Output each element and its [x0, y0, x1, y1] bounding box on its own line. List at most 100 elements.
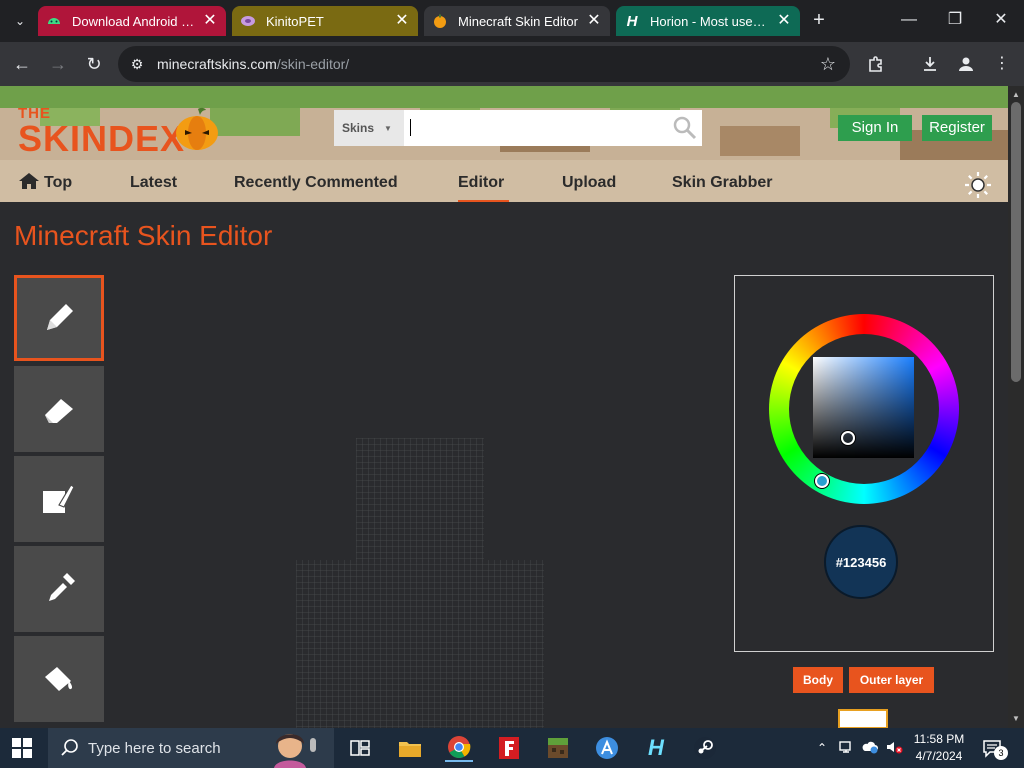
- tool-paintbrush[interactable]: [14, 456, 104, 542]
- tab-close-icon[interactable]: ✕: [202, 13, 218, 29]
- search-icon[interactable]: [672, 115, 698, 141]
- pencil-icon: [47, 304, 73, 330]
- new-tab-button[interactable]: +: [808, 9, 830, 31]
- search-input[interactable]: [404, 110, 702, 146]
- tab-close-icon[interactable]: ✕: [776, 13, 792, 29]
- sign-in-button[interactable]: Sign In: [838, 115, 912, 141]
- android-studio-favicon-icon: [46, 13, 62, 29]
- body-layer-button[interactable]: Body: [793, 667, 843, 693]
- page-scrollbar[interactable]: ▲ ▼: [1008, 86, 1024, 728]
- tool-paint-bucket[interactable]: [14, 636, 104, 722]
- action-center-button[interactable]: 3: [980, 736, 1008, 760]
- tab-title: Horion - Most used M: [650, 13, 770, 29]
- paint-bucket-icon: [45, 667, 73, 691]
- site-info-icon[interactable]: ⚙: [128, 55, 146, 73]
- chrome-icon[interactable]: [445, 734, 473, 762]
- restore-button[interactable]: ❐: [943, 8, 967, 32]
- pumpkin-logo-icon: [176, 107, 218, 150]
- scroll-down-arrow-icon[interactable]: ▼: [1008, 712, 1024, 726]
- tab-close-icon[interactable]: ✕: [394, 13, 410, 29]
- steam-icon[interactable]: [691, 734, 719, 762]
- paintbrush-icon: [43, 484, 75, 513]
- browser-tab-strip: ⌄ Download Android Stu ✕ KinitoPET ✕ Min…: [0, 0, 1024, 42]
- clock-time: 11:58 PM: [913, 732, 965, 746]
- volume-muted-icon[interactable]: [884, 739, 904, 757]
- eraser-icon: [45, 399, 73, 423]
- tab-title: Download Android Stu: [72, 13, 196, 29]
- url-text: minecraftskins.com/skin-editor/: [157, 56, 350, 72]
- notification-count-badge: 3: [994, 746, 1008, 760]
- logo-skindex-text: SKINDEX: [18, 118, 186, 159]
- forward-button[interactable]: →: [46, 52, 70, 76]
- hue-marker[interactable]: [815, 474, 829, 488]
- nav-latest[interactable]: Latest: [130, 172, 177, 202]
- text-cursor: [410, 119, 411, 136]
- bookmark-star-icon[interactable]: ☆: [820, 54, 836, 74]
- onedrive-cloud-icon[interactable]: [860, 739, 880, 757]
- main-nav: Top Latest Recently Commented Editor Upl…: [0, 170, 1008, 202]
- windows-taskbar: Type here to search H ⌃ 11:58 PM 4/7/202…: [0, 728, 1024, 768]
- nav-editor[interactable]: Editor: [458, 172, 509, 202]
- nav-upload[interactable]: Upload: [562, 172, 616, 202]
- page-title: Minecraft Skin Editor: [14, 220, 273, 251]
- eyedropper-icon: [49, 573, 75, 601]
- search-scope-select[interactable]: Skins ▼: [334, 110, 404, 146]
- nav-top[interactable]: Top: [18, 172, 72, 202]
- tool-pencil[interactable]: [14, 275, 104, 361]
- saturation-value-marker[interactable]: [841, 431, 855, 445]
- skin-model-canvas[interactable]: [296, 438, 546, 728]
- close-window-button[interactable]: ✕: [989, 8, 1013, 32]
- saturation-value-square[interactable]: [813, 357, 914, 458]
- tab-title: Minecraft Skin Editor: [458, 13, 578, 29]
- tool-eraser[interactable]: [14, 366, 104, 452]
- minimize-button[interactable]: —: [897, 8, 921, 32]
- outer-layer-button[interactable]: Outer layer: [849, 667, 934, 693]
- nav-recently-commented[interactable]: Recently Commented: [234, 172, 398, 202]
- reload-button[interactable]: ↻: [82, 52, 106, 76]
- network-icon[interactable]: [838, 739, 856, 757]
- secondary-color-swatch[interactable]: [838, 709, 888, 728]
- skindex-logo[interactable]: THE SKINDEX: [18, 106, 185, 157]
- tab-close-icon[interactable]: ✕: [586, 13, 602, 29]
- browser-toolbar: ← → ↻ ⚙ minecraftskins.com/skin-editor/ …: [0, 42, 1024, 86]
- search-icon: [61, 739, 78, 756]
- tab-title: KinitoPET: [266, 13, 324, 29]
- minecraft-icon[interactable]: [544, 734, 572, 762]
- windows-start-icon[interactable]: [12, 738, 32, 758]
- scroll-thumb[interactable]: [1011, 102, 1021, 382]
- back-button[interactable]: ←: [10, 52, 34, 76]
- profile-icon[interactable]: [954, 52, 978, 76]
- scroll-up-arrow-icon[interactable]: ▲: [1008, 88, 1024, 102]
- search-scope-label: Skins: [342, 121, 375, 135]
- tool-eyedropper[interactable]: [14, 546, 104, 632]
- extensions-puzzle-icon[interactable]: [864, 52, 888, 76]
- tab-horion[interactable]: H Horion - Most used M ✕: [616, 6, 800, 36]
- nav-top-label: Top: [44, 174, 73, 191]
- browser-menu-kebab-icon[interactable]: ⋮: [990, 52, 1014, 76]
- task-view-icon[interactable]: [346, 734, 374, 762]
- kinitopet-favicon-icon: [240, 13, 256, 29]
- tray-overflow-chevron-icon[interactable]: ⌃: [814, 739, 830, 757]
- current-color-swatch[interactable]: #123456: [824, 525, 898, 599]
- tab-kinitopet[interactable]: KinitoPET ✕: [232, 6, 418, 36]
- horion-app-icon[interactable]: H: [642, 734, 670, 762]
- address-bar[interactable]: ⚙ minecraftskins.com/skin-editor/ ☆: [118, 46, 850, 82]
- grass-block: [210, 108, 300, 136]
- taskbar-search-box[interactable]: Type here to search: [48, 728, 334, 768]
- tab-download-android-studio[interactable]: Download Android Stu ✕: [38, 6, 226, 36]
- downloads-icon[interactable]: [918, 52, 942, 76]
- tab-minecraft-skin-editor[interactable]: Minecraft Skin Editor ✕: [424, 6, 610, 36]
- tab-search-chevron-icon[interactable]: ⌄: [10, 11, 30, 31]
- sun-theme-toggle-icon[interactable]: [964, 171, 992, 199]
- site-header: THE SKINDEX Skins ▼ Sign In Register Top…: [0, 86, 1008, 202]
- register-button[interactable]: Register: [922, 115, 992, 141]
- blue-a-app-icon[interactable]: [593, 734, 621, 762]
- file-explorer-icon[interactable]: [396, 734, 424, 762]
- skindex-pumpkin-favicon-icon: [432, 13, 448, 29]
- search-form: Skins ▼: [334, 110, 702, 146]
- chevron-down-icon: ▼: [384, 123, 392, 133]
- editor-page: Minecraft Skin Editor #123456 Body Outer…: [0, 202, 1008, 728]
- nav-skin-grabber[interactable]: Skin Grabber: [672, 172, 772, 202]
- taskbar-clock[interactable]: 11:58 PM 4/7/2024: [906, 731, 972, 765]
- red-f-app-icon[interactable]: [495, 734, 523, 762]
